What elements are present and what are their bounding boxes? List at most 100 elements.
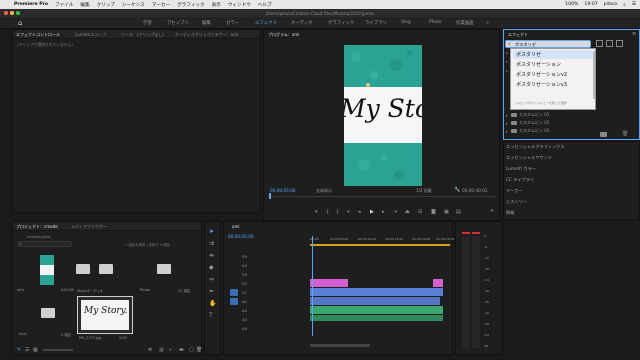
playhead-marker[interactable] [269, 193, 271, 199]
work-area-bar[interactable] [310, 244, 450, 246]
folder-icon[interactable] [157, 264, 171, 274]
step-back-icon[interactable]: ◂ [358, 209, 361, 215]
menu-item-edit[interactable]: 編集 [80, 2, 89, 8]
menu-icon[interactable]: ☰ [632, 2, 636, 7]
timeline-scrollbar[interactable] [310, 344, 370, 347]
dropdown-item-selected[interactable]: ポスタリゼ [513, 50, 593, 59]
panel-menu-icon[interactable]: ≡ [632, 31, 636, 37]
timeline-timecode[interactable]: 00;00;05;00 [228, 234, 254, 239]
dropdown-item[interactable]: ポスタリゼーションv3 [516, 81, 567, 88]
track-label-a2[interactable]: A2 [242, 308, 247, 313]
track-label-a1[interactable]: A1 [242, 299, 247, 304]
workspace-tab-effects[interactable]: エフェクト [255, 20, 277, 26]
menu-item-marker[interactable]: マーカー [152, 2, 170, 8]
tab-source[interactable]: ソース：(クリップなし) [121, 32, 164, 38]
yuv-effects-icon[interactable] [616, 40, 623, 47]
app-menu[interactable]: Premiere Pro [14, 2, 48, 7]
battery-status[interactable]: 100% [565, 2, 578, 7]
mark-out-icon[interactable]: } [336, 209, 339, 215]
quality-dropdown[interactable]: 1/2 画質 [416, 188, 432, 194]
custom-bin[interactable]: ▸ カスタムビン 01 [506, 111, 549, 119]
more-icon[interactable]: » [486, 20, 489, 26]
track-label-a4[interactable]: A4 [242, 326, 247, 331]
clip-pink[interactable] [433, 279, 443, 287]
export-frame-icon[interactable]: ◙ [431, 209, 436, 215]
wrench-icon[interactable]: 🔧 [454, 187, 460, 193]
workspace-tab-audio[interactable]: オーディオ [291, 20, 313, 26]
folder-icon[interactable] [99, 264, 113, 274]
find-icon[interactable]: ⌕ [169, 347, 172, 353]
workspace-tab-vlog[interactable]: Vlog [401, 20, 411, 25]
track-select-icon[interactable]: ⇉ [209, 240, 214, 247]
user-name[interactable]: pilaco [604, 2, 618, 7]
window-min-icon[interactable] [10, 11, 14, 15]
menu-item-file[interactable]: ファイル [55, 2, 73, 8]
add-button-icon[interactable]: + [490, 208, 494, 214]
scrub-bar[interactable] [268, 196, 496, 197]
safe-margin-icon[interactable]: ▤ [456, 209, 461, 215]
section-essential-graphics[interactable]: エッセンシャルグラフィックス [506, 144, 564, 150]
razor-tool-icon[interactable]: ◆ [209, 264, 214, 271]
step-forward-icon[interactable]: ▸ [382, 209, 385, 215]
folder-icon[interactable] [76, 264, 90, 274]
sort-icon[interactable]: ≣ [148, 347, 152, 353]
search-icon[interactable]: ⌕ [623, 2, 626, 8]
dropdown-item[interactable]: ポスタリゼーション [516, 61, 561, 68]
32bit-effects-icon[interactable] [606, 40, 613, 47]
extract-icon[interactable]: ⊟ [418, 209, 422, 215]
workspace-tab-graphics[interactable]: グラフィック [328, 20, 354, 26]
clip-pink[interactable] [310, 279, 348, 287]
list-view-icon[interactable]: ☰ [25, 347, 29, 353]
ripple-edit-icon[interactable]: ⇹ [209, 252, 214, 259]
workspace-tab-learn[interactable]: 学習 [143, 20, 152, 26]
section-info[interactable]: 情報 [506, 210, 514, 216]
workspace-tab-assembly[interactable]: アセンブリ [167, 20, 189, 26]
icon-view-icon[interactable]: ▦ [33, 347, 38, 353]
video-frame[interactable]: My Story. [344, 45, 422, 186]
menu-item-window[interactable]: ウィンドウ [228, 2, 251, 8]
time-ruler[interactable]: 00;00 00;00;05;00 00;00;10;00 00;00;15;0… [310, 236, 454, 246]
dropdown-item[interactable]: ポスタリゼーションv2 [516, 71, 567, 78]
window-max-icon[interactable] [16, 11, 20, 15]
section-essential-sound[interactable]: エッセンシャルサウンド [506, 155, 552, 161]
track-label-v3[interactable]: V3 [242, 272, 247, 277]
timeline-playhead[interactable] [312, 236, 313, 336]
image-thumbnail-selected[interactable]: My Story. [77, 296, 133, 334]
zoom-slider[interactable] [43, 349, 73, 351]
section-history[interactable]: ヒストリー [506, 199, 527, 205]
dropdown-scrollbar[interactable] [593, 51, 595, 99]
workspace-tab-edit[interactable]: 編集 [202, 20, 211, 26]
track-label-v2[interactable]: V2 [242, 281, 247, 286]
workspace-tab-color[interactable]: カラー [226, 20, 239, 26]
workspace-tab-workspace[interactable]: 作業画面 [456, 20, 474, 26]
home-icon[interactable]: ⌂ [18, 19, 26, 27]
new-bin-icon[interactable]: ▬ [179, 347, 184, 353]
pen-tool-icon[interactable]: ✒ [209, 288, 214, 295]
source-patch-v1[interactable] [230, 289, 238, 296]
tab-sequence-ami[interactable]: ami [232, 224, 239, 229]
hand-tool-icon[interactable]: ✋ [209, 300, 216, 307]
menu-item-view[interactable]: 表示 [212, 2, 221, 8]
new-item-icon[interactable]: ▢ [189, 347, 194, 353]
menu-item-graphics[interactable]: グラフィック [177, 2, 204, 8]
pencil-icon[interactable]: ✎ [17, 347, 21, 353]
menu-item-help[interactable]: ヘルプ [258, 2, 272, 8]
new-bin-icon[interactable] [600, 132, 607, 137]
track-label-v1[interactable]: V1 [242, 290, 247, 295]
type-tool-icon[interactable]: T [209, 312, 213, 319]
compare-icon[interactable]: ▣ [444, 209, 449, 215]
selection-tool-icon[interactable]: ➤ [209, 228, 214, 235]
clip-blue-v1[interactable] [310, 288, 443, 296]
workspace-tab-libraries[interactable]: ライブラリ [365, 20, 387, 26]
go-to-out-icon[interactable]: ⇥ [393, 209, 397, 215]
tab-effect-controls[interactable]: エフェクトコントロール [16, 32, 60, 38]
accelerated-effects-icon[interactable] [596, 40, 603, 47]
section-lumetri-color[interactable]: Lumetri カラー [506, 166, 536, 172]
tab-media-browser[interactable]: メディアブラウザー [71, 224, 107, 230]
fit-dropdown[interactable]: 全体表示 [316, 188, 332, 194]
source-patch-a1[interactable] [230, 298, 238, 305]
slip-tool-icon[interactable]: ⇔ [209, 276, 214, 283]
menu-item-sequence[interactable]: シーケンス [122, 2, 145, 8]
folder-icon[interactable] [41, 308, 55, 318]
project-search-input[interactable]: ⌕ [17, 241, 72, 247]
